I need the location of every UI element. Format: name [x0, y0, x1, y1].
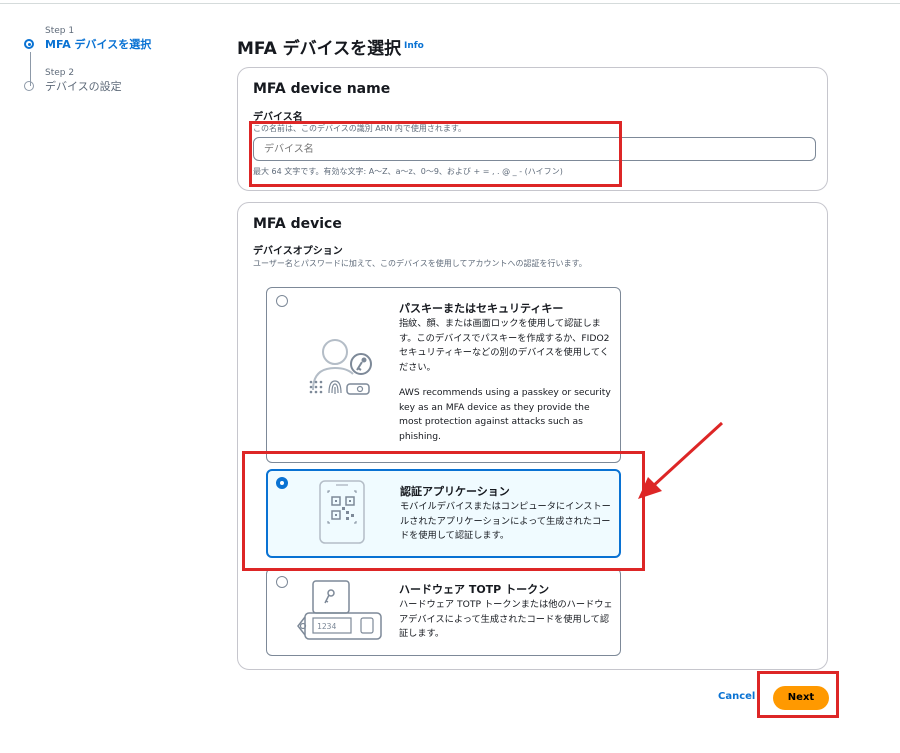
mfa-device-panel: MFA device デバイスオプション ユーザー名とパスワードに加えて、このデ…: [237, 202, 828, 670]
step-1-title: MFA デバイスを選択: [45, 38, 152, 51]
option-passkey[interactable]: パスキーまたはセキュリティキー 指紋、顔、または画面ロックを使用して認証します。…: [266, 287, 621, 463]
options-description: ユーザー名とパスワードに加えて、このデバイスを使用してアカウントへの認証を行いま…: [253, 259, 587, 268]
highlight-authenticator-option: [242, 451, 645, 571]
panel-heading: MFA device: [253, 216, 342, 232]
annotation-arrow-icon: [638, 421, 724, 499]
option-title: ハードウェア TOTP トークン: [399, 583, 550, 596]
top-divider: [0, 3, 900, 4]
option-description: 指紋、顔、または画面ロックを使用して認証します。このデバイスでパスキーを作成する…: [399, 318, 610, 373]
option-hardware-token[interactable]: 1234 ハードウェア TOTP トークン ハードウェア TOTP トークンまた…: [266, 568, 621, 656]
highlight-name-field: [249, 121, 622, 187]
panel-heading: MFA device name: [253, 81, 391, 97]
step-2-label: Step 2: [45, 68, 75, 78]
radio-hardware-token[interactable]: [276, 576, 288, 588]
info-link[interactable]: Info: [404, 41, 424, 51]
cancel-button[interactable]: Cancel: [718, 691, 755, 702]
wizard-steps: Step 1 MFA デバイスを選択 Step 2 デバイスの設定: [24, 26, 151, 94]
option-note: AWS recommends using a passkey or securi…: [399, 387, 611, 442]
option-description: ハードウェア TOTP トークンまたは他のハードウェアデバイスによって生成された…: [399, 599, 613, 639]
next-button[interactable]: Next: [773, 686, 829, 710]
page-title: MFA デバイスを選択: [237, 39, 402, 59]
step-inactive-icon: [24, 81, 34, 91]
options-label: デバイスオプション: [253, 246, 343, 257]
step-1[interactable]: Step 1 MFA デバイスを選択: [24, 26, 151, 52]
token-display-digits: 1234: [317, 622, 336, 631]
step-active-icon: [24, 39, 34, 49]
step-connector: [30, 52, 31, 86]
hardware-token-icon: 1234: [295, 577, 385, 653]
radio-passkey[interactable]: [276, 295, 288, 307]
step-2-title: デバイスの設定: [45, 80, 122, 93]
option-title: パスキーまたはセキュリティキー: [399, 302, 564, 315]
step-1-label: Step 1: [45, 26, 75, 36]
step-2: Step 2 デバイスの設定: [24, 68, 151, 94]
passkey-icon: [303, 338, 383, 412]
